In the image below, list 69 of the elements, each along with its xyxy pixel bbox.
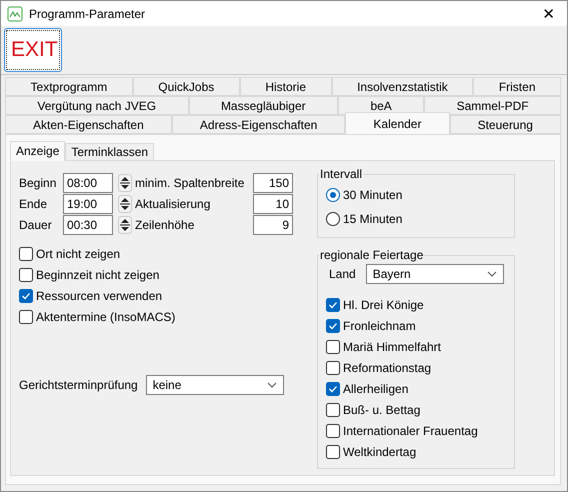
tab[interactable]: Textprogramm	[5, 77, 133, 96]
number-field[interactable]: 9	[253, 215, 293, 235]
field-label: Dauer	[19, 218, 53, 232]
checkbox-label: Allerheiligen	[343, 382, 408, 396]
number-field[interactable]: 10	[253, 194, 293, 214]
radio-label: 15 Minuten	[343, 212, 402, 226]
window-title: Programm-Parameter	[29, 6, 146, 20]
close-button[interactable]: ✕	[536, 4, 561, 22]
tab[interactable]: Vergütung nach JVEG	[5, 96, 189, 115]
checkbox[interactable]	[326, 298, 340, 312]
checkbox-label: Weltkindertag	[343, 444, 416, 458]
chevron-down-icon	[486, 271, 497, 277]
field-label: Zeilenhöhe	[135, 218, 196, 232]
checkbox-label: Fronleichnam	[343, 318, 416, 332]
dropdown[interactable]: Bayern	[366, 264, 504, 284]
dropdown[interactable]: keine	[146, 375, 284, 395]
checkbox-label: Aktentermine (InsoMACS)	[36, 310, 176, 324]
checkbox-label: Ort nicht zeigen	[36, 246, 120, 260]
group-title: regionale Feiertage	[319, 248, 424, 262]
spinner-icon[interactable]	[118, 195, 132, 213]
checkbox-label: Reformationstag	[343, 360, 432, 374]
checkbox-label: Internationaler Frauentag	[343, 424, 478, 438]
checkbox[interactable]	[326, 402, 340, 416]
chevron-down-icon	[266, 382, 277, 388]
field-label: Gerichtsterminprüfung	[19, 378, 138, 392]
checkbox[interactable]	[326, 424, 340, 438]
field-label: minim. Spaltenbreite	[135, 176, 246, 190]
field-label: Land	[329, 267, 356, 281]
tab[interactable]: Kalender	[345, 112, 450, 134]
number-field[interactable]: 150	[253, 173, 293, 193]
tab[interactable]: Fristen	[473, 77, 562, 96]
tab[interactable]: Historie	[240, 77, 332, 96]
radio-label: 30 Minuten	[343, 188, 402, 202]
field-label: Aktualisierung	[135, 197, 212, 211]
tab[interactable]: Massegläubiger	[188, 96, 338, 115]
checkbox[interactable]	[326, 360, 340, 374]
tab[interactable]: Adress-Eigenschaften	[172, 115, 346, 134]
field-label: Ende	[19, 197, 48, 211]
checkbox-label: Mariä Himmelfahrt	[343, 340, 442, 354]
tab[interactable]: Sammel-PDF	[424, 96, 562, 115]
checkbox-label: Ressourcen verwenden	[36, 288, 162, 302]
tab[interactable]: Akten-Eigenschaften	[5, 115, 172, 134]
checkbox[interactable]	[326, 340, 340, 354]
time-field[interactable]: 19:00	[63, 194, 113, 214]
checkbox[interactable]	[19, 310, 33, 324]
group-title: Intervall	[319, 167, 364, 181]
checkbox-label: Buß- u. Bettag	[343, 402, 420, 416]
checkbox[interactable]	[326, 318, 340, 332]
tab[interactable]: Anzeige	[10, 141, 66, 161]
tab[interactable]: Terminklassen	[65, 143, 154, 161]
spinner-icon[interactable]	[118, 216, 132, 234]
checkbox[interactable]	[19, 288, 33, 302]
checkbox-label: Hl. Drei Könige	[343, 298, 424, 312]
radio-button[interactable]	[326, 212, 340, 226]
checkbox-label: Beginnzeit nicht zeigen	[36, 268, 160, 282]
app-icon	[7, 6, 23, 22]
field-label: Beginn	[19, 176, 58, 190]
time-field[interactable]: 00:30	[63, 215, 113, 235]
time-field[interactable]: 08:00	[63, 173, 113, 193]
spinner-icon[interactable]	[118, 174, 132, 192]
tab[interactable]: Steuerung	[450, 115, 562, 134]
checkbox[interactable]	[326, 444, 340, 458]
checkbox[interactable]	[19, 268, 33, 282]
exit-button[interactable]: EXIT	[4, 28, 62, 72]
tab[interactable]: QuickJobs	[132, 77, 240, 96]
checkbox[interactable]	[326, 382, 340, 396]
tab[interactable]: Insolvenzstatistik	[332, 77, 474, 96]
radio-button[interactable]	[326, 188, 340, 202]
checkbox[interactable]	[19, 246, 33, 260]
